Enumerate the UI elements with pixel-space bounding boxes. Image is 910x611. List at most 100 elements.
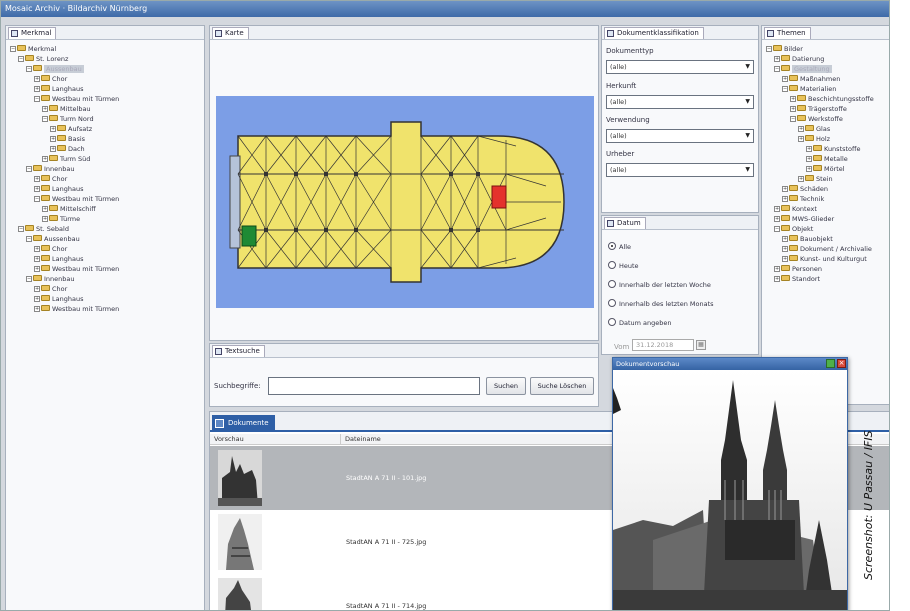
- collapse-icon[interactable]: −: [10, 46, 16, 52]
- expand-icon[interactable]: +: [34, 286, 40, 292]
- feature-tree-node[interactable]: − St. Sebald: [18, 224, 69, 234]
- expand-icon[interactable]: +: [798, 126, 804, 132]
- expand-icon[interactable]: +: [782, 256, 788, 262]
- radio-button[interactable]: [608, 261, 616, 269]
- collapse-icon[interactable]: −: [790, 116, 796, 122]
- feature-tree-node[interactable]: + Basis: [50, 134, 85, 144]
- expand-icon[interactable]: +: [782, 196, 788, 202]
- feature-tree-node[interactable]: + Langhaus: [34, 184, 83, 194]
- topics-tree-node[interactable]: + Metalle: [806, 154, 848, 164]
- feature-tree-node[interactable]: − Merkmal: [10, 44, 56, 54]
- col-filename[interactable]: Dateiname: [340, 434, 381, 445]
- topics-tree-node[interactable]: + MWS-Glieder: [774, 214, 834, 224]
- feature-tree-node[interactable]: + Westbau mit Türmen: [34, 264, 119, 274]
- collapse-icon[interactable]: −: [26, 66, 32, 72]
- search-button[interactable]: Suchen: [486, 377, 526, 395]
- expand-icon[interactable]: +: [782, 186, 788, 192]
- topics-tree-node[interactable]: + Standort: [774, 274, 820, 284]
- collapse-icon[interactable]: −: [774, 66, 780, 72]
- topics-tree-node[interactable]: − Werkstoffe: [790, 114, 843, 124]
- expand-icon[interactable]: +: [34, 266, 40, 272]
- collapse-icon[interactable]: −: [26, 236, 32, 242]
- date-option[interactable]: Heute: [608, 261, 639, 272]
- expand-icon[interactable]: +: [774, 276, 780, 282]
- radio-button[interactable]: [608, 299, 616, 307]
- collapse-icon[interactable]: −: [766, 46, 772, 52]
- collapse-icon[interactable]: −: [34, 196, 40, 202]
- date-option[interactable]: Datum angeben: [608, 318, 672, 329]
- tab-textsuche[interactable]: Textsuche: [212, 345, 265, 357]
- expand-icon[interactable]: +: [782, 236, 788, 242]
- expand-icon[interactable]: +: [42, 216, 48, 222]
- expand-icon[interactable]: +: [42, 106, 48, 112]
- topics-tree-node[interactable]: − Objekt: [774, 224, 813, 234]
- feature-tree-node[interactable]: + Langhaus: [34, 84, 83, 94]
- collapse-icon[interactable]: −: [774, 226, 780, 232]
- expand-icon[interactable]: +: [50, 146, 56, 152]
- expand-icon[interactable]: +: [790, 96, 796, 102]
- topics-tree-node[interactable]: + Maßnahmen: [782, 74, 840, 84]
- feature-tree-node[interactable]: + Langhaus: [34, 294, 83, 304]
- close-icon[interactable]: ×: [837, 359, 846, 368]
- topics-tree-node[interactable]: + Trägerstoffe: [790, 104, 847, 114]
- feature-tree-node[interactable]: − Aussenbau: [26, 234, 80, 244]
- topics-tree-node[interactable]: − Gestaltung: [774, 64, 832, 74]
- feature-tree-node[interactable]: + Chor: [34, 244, 67, 254]
- expand-icon[interactable]: +: [34, 256, 40, 262]
- topics-tree-node[interactable]: + Beschichtungsstoffe: [790, 94, 874, 104]
- tab-merkmal[interactable]: Merkmal: [8, 27, 57, 39]
- feature-tree-node[interactable]: + Chor: [34, 174, 67, 184]
- tab-karte[interactable]: Karte: [212, 27, 249, 39]
- topics-tree-node[interactable]: + Personen: [774, 264, 822, 274]
- maximize-icon[interactable]: [826, 359, 835, 368]
- expand-icon[interactable]: +: [798, 176, 804, 182]
- feature-tree-node[interactable]: − Westbau mit Türmen: [34, 94, 119, 104]
- tab-dokumentklassifikation[interactable]: Dokumentklassifikation: [604, 27, 704, 39]
- feature-tree-node[interactable]: − Innenbau: [26, 164, 75, 174]
- collapse-icon[interactable]: −: [42, 116, 48, 122]
- topics-tree-node[interactable]: − Materialien: [782, 84, 836, 94]
- collapse-icon[interactable]: −: [782, 86, 788, 92]
- tab-dokumente[interactable]: Dokumente: [212, 415, 275, 432]
- col-preview[interactable]: Vorschau: [214, 434, 244, 445]
- collapse-icon[interactable]: −: [26, 276, 32, 282]
- origin-select[interactable]: (alle) ▼: [606, 95, 754, 109]
- radio-button[interactable]: [608, 242, 616, 250]
- clear-search-button[interactable]: Suche Löschen: [530, 377, 594, 395]
- usage-select[interactable]: (alle) ▼: [606, 129, 754, 143]
- expand-icon[interactable]: +: [798, 136, 804, 142]
- calendar-icon[interactable]: ▦: [696, 340, 706, 350]
- expand-icon[interactable]: +: [50, 126, 56, 132]
- expand-icon[interactable]: +: [774, 56, 780, 62]
- feature-tree-node[interactable]: − Innenbau: [26, 274, 75, 284]
- expand-icon[interactable]: +: [34, 76, 40, 82]
- expand-icon[interactable]: +: [34, 86, 40, 92]
- date-option[interactable]: Alle: [608, 242, 631, 253]
- expand-icon[interactable]: +: [774, 216, 780, 222]
- expand-icon[interactable]: +: [42, 206, 48, 212]
- topics-tree-node[interactable]: + Datierung: [774, 54, 824, 64]
- doctype-select[interactable]: (alle) ▼: [606, 60, 754, 74]
- expand-icon[interactable]: +: [782, 76, 788, 82]
- topics-tree-node[interactable]: + Kunststoffe: [806, 144, 861, 154]
- feature-tree-node[interactable]: + Mittelschiff: [42, 204, 96, 214]
- feature-tree-node[interactable]: + Dach: [50, 144, 85, 154]
- preview-titlebar[interactable]: Dokumentvorschau ×: [613, 358, 847, 370]
- topics-tree-node[interactable]: + Bauobjekt: [782, 234, 833, 244]
- topics-tree-node[interactable]: + Dokument / Archivalie: [782, 244, 872, 254]
- topics-tree-node[interactable]: + Glas: [798, 124, 830, 134]
- expand-icon[interactable]: +: [34, 176, 40, 182]
- topics-tree-node[interactable]: + Mörtel: [806, 164, 845, 174]
- collapse-icon[interactable]: −: [34, 96, 40, 102]
- feature-tree-node[interactable]: + Türme: [42, 214, 80, 224]
- feature-tree-node[interactable]: − Turm Nord: [42, 114, 94, 124]
- date-option[interactable]: Innerhalb der letzten Woche: [608, 280, 711, 291]
- collapse-icon[interactable]: −: [26, 166, 32, 172]
- radio-button[interactable]: [608, 280, 616, 288]
- floor-plan-map[interactable]: [216, 96, 594, 308]
- topics-tree-node[interactable]: + Stein: [798, 174, 833, 184]
- topics-tree-node[interactable]: − Bilder: [766, 44, 803, 54]
- date-input[interactable]: 31.12.2018: [632, 339, 694, 351]
- expand-icon[interactable]: +: [34, 186, 40, 192]
- topics-tree-node[interactable]: + Kontext: [774, 204, 817, 214]
